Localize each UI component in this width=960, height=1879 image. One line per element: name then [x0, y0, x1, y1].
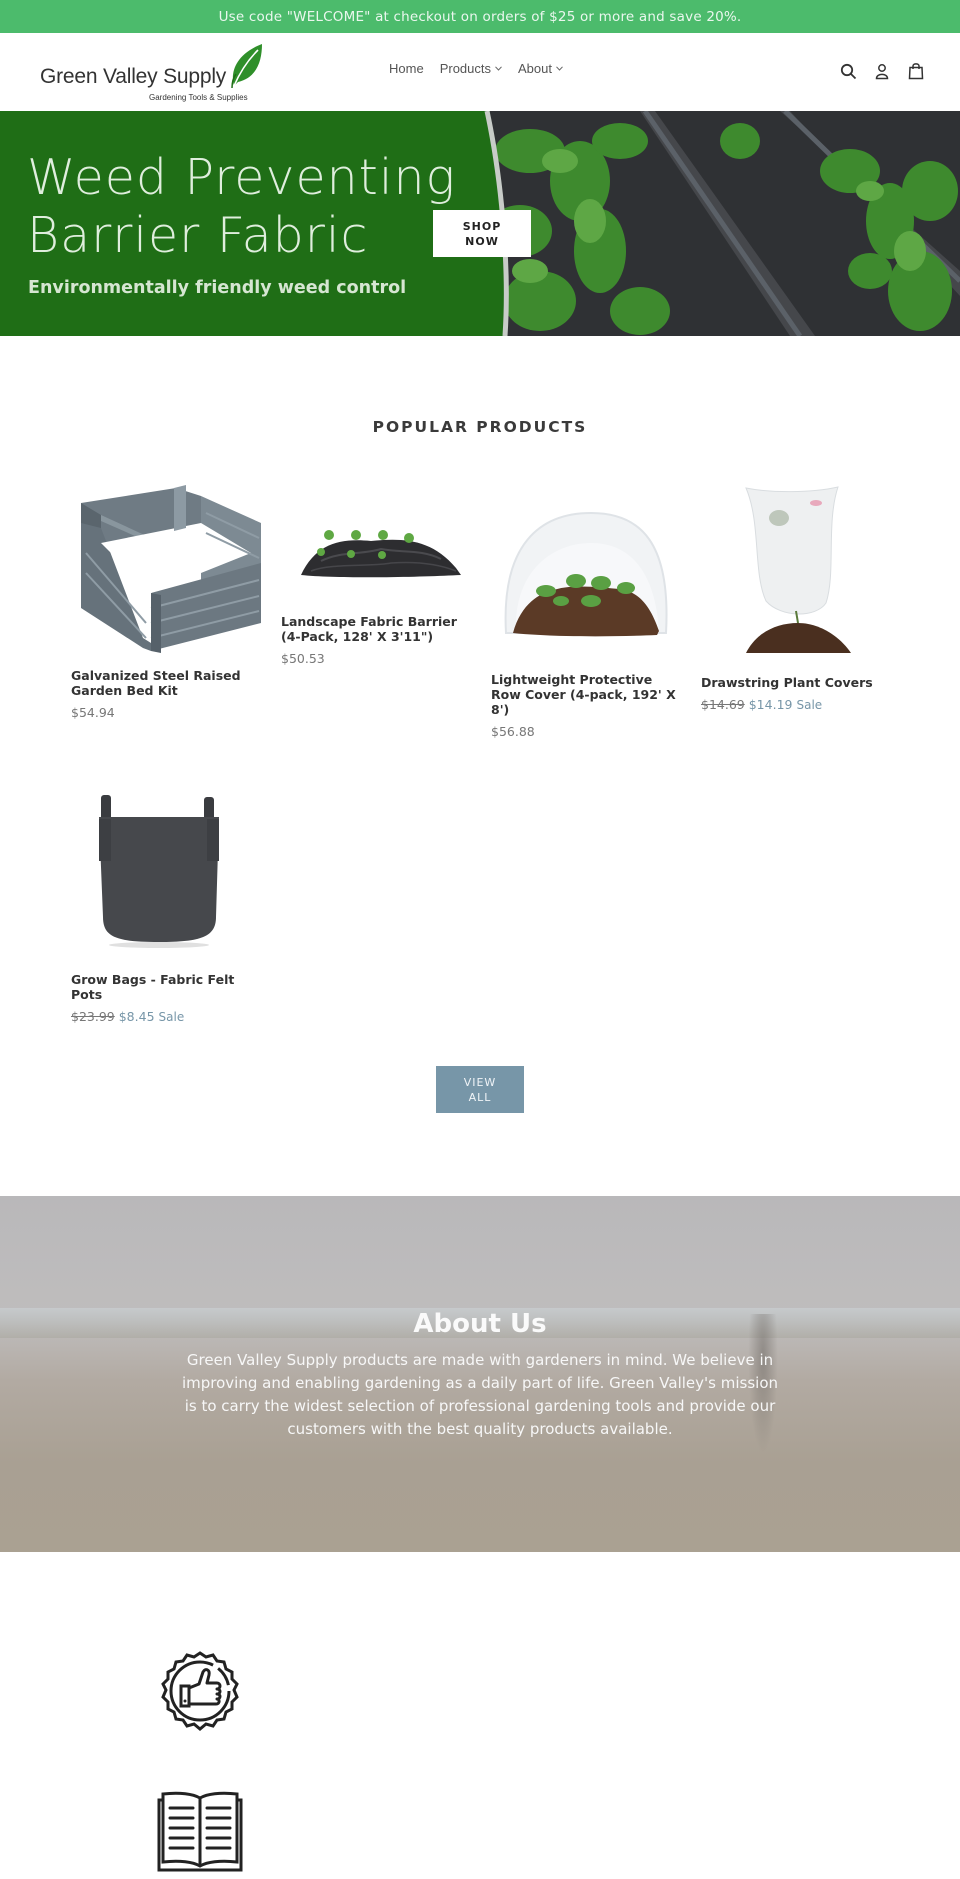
hero-title: Weed Preventing Barrier Fabric [27, 149, 456, 265]
price-original: $14.69 [701, 697, 745, 712]
header-icons [838, 61, 926, 81]
nav-home-label: Home [389, 61, 424, 76]
nav-products-label: Products [439, 61, 491, 76]
product-price: $14.69 $14.19 Sale [701, 697, 891, 712]
product-card[interactable]: Galvanized Steel Raised Garden Bed Kit $… [71, 483, 261, 720]
account-button[interactable] [872, 61, 892, 81]
price-regular: $50.53 [281, 651, 325, 666]
feature-quality [155, 1648, 245, 1742]
product-image [281, 483, 471, 614]
product-image [701, 483, 891, 675]
product-card[interactable]: Drawstring Plant Covers $14.69 $14.19 Sa… [701, 483, 891, 712]
price-sale: $14.19 [748, 697, 793, 712]
search-icon [840, 63, 856, 79]
about-text: Green Valley Supply products are made wi… [181, 1351, 778, 1438]
view-all-line2: ALL [468, 1090, 492, 1104]
grow-bag-image [99, 795, 219, 948]
product-price: $23.99 $8.45 Sale [71, 1009, 261, 1024]
hero-title-line2: Barrier Fabric [27, 207, 369, 264]
product-image [71, 787, 261, 972]
cart-button[interactable] [906, 61, 926, 81]
row-cover-image [504, 511, 668, 637]
cart-icon [908, 63, 924, 80]
price-original: $23.99 [71, 1009, 115, 1024]
nav-about-label: About [518, 61, 552, 76]
product-price: $54.94 [71, 705, 261, 720]
nav-home[interactable]: Home [389, 61, 424, 76]
product-name[interactable]: Landscape Fabric Barrier (4-Pack, 128' X… [281, 614, 471, 644]
price-sale: $8.45 [118, 1009, 155, 1024]
product-name[interactable]: Galvanized Steel Raised Garden Bed Kit [71, 668, 261, 698]
logo-name: Green Valley Supply [40, 65, 227, 88]
landscape-fabric-image [301, 530, 461, 578]
view-all-button[interactable]: VIEW ALL [436, 1066, 524, 1113]
hero-banner[interactable]: Weed Preventing Barrier Fabric Environme… [0, 111, 960, 336]
product-card[interactable]: Landscape Fabric Barrier (4-Pack, 128' X… [281, 483, 471, 666]
product-name[interactable]: Drawstring Plant Covers [701, 675, 891, 690]
product-image [491, 483, 681, 672]
site-header: Green Valley Supply Gardening Tools & Su… [0, 33, 960, 111]
quality-badge-thumbs-up-icon [161, 1651, 239, 1731]
logo[interactable]: Green Valley Supply Gardening Tools & Su… [40, 42, 270, 102]
raised-bed-image [81, 485, 261, 653]
announcement-bar: Use code "WELCOME" at checkout on orders… [0, 0, 960, 33]
sale-badge: Sale [796, 698, 823, 712]
about-section: About Us Green Valley Supply products ar… [0, 1196, 960, 1552]
logo-tagline: Gardening Tools & Supplies [149, 93, 248, 102]
account-icon [875, 63, 889, 79]
chevron-down-icon [495, 66, 502, 71]
price-regular: $56.88 [491, 724, 535, 739]
product-name[interactable]: Grow Bags - Fabric Felt Pots [71, 972, 261, 1002]
feature-guides [155, 1790, 245, 1879]
product-card[interactable]: Grow Bags - Fabric Felt Pots $23.99 $8.4… [71, 787, 261, 1024]
price-regular: $54.94 [71, 705, 115, 720]
product-name[interactable]: Lightweight Protective Row Cover (4-pack… [491, 672, 681, 717]
product-card[interactable]: Lightweight Protective Row Cover (4-pack… [491, 483, 681, 739]
shop-now-button[interactable]: SHOP NOW [433, 210, 531, 257]
chevron-down-icon [556, 66, 563, 71]
nav-products[interactable]: Products [440, 61, 502, 76]
popular-products-title: POPULAR PRODUCTS [372, 418, 588, 436]
hero-plants-photo [490, 111, 960, 336]
open-book-icon [157, 1791, 243, 1872]
product-image [71, 483, 261, 668]
announcement-text: Use code "WELCOME" at checkout on orders… [218, 8, 742, 25]
shop-now-line2: NOW [465, 234, 499, 248]
sale-badge: Sale [158, 1010, 185, 1024]
product-price: $50.53 [281, 651, 471, 666]
leaf-icon [231, 44, 262, 88]
nav-about[interactable]: About [518, 61, 563, 76]
hero-subtitle: Environmentally friendly weed control [28, 278, 407, 298]
about-title: About Us [413, 1309, 547, 1339]
plant-cover-image [745, 486, 851, 653]
main-nav: Home Products About [389, 61, 563, 76]
hero-title-line1: Weed Preventing [27, 149, 456, 206]
shop-now-line1: SHOP [462, 219, 502, 233]
view-all-line1: VIEW [463, 1075, 497, 1089]
product-price: $56.88 [491, 724, 681, 739]
search-button[interactable] [838, 61, 858, 81]
